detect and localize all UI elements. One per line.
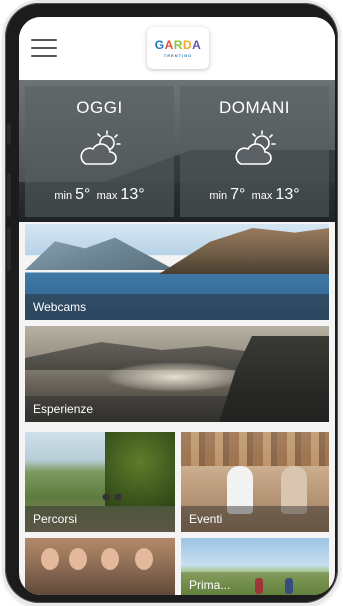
- eventi-label: Eventi: [181, 506, 329, 532]
- top-bar: GARDA TRENTINO: [19, 17, 335, 80]
- esperienze-tile[interactable]: Esperienze: [25, 326, 329, 422]
- phone-frame: GARDA TRENTINO OGGI min 5° max 13° DOMAN…: [5, 3, 338, 603]
- weather-temps: min 7° max 13°: [209, 186, 300, 203]
- max-temp: 13°: [275, 186, 300, 203]
- logo-wordmark: GARDA: [154, 37, 202, 52]
- partly-cloudy-icon: [235, 130, 276, 165]
- weather-card-today[interactable]: OGGI min 5° max 13°: [25, 86, 174, 217]
- esperienze-label: Esperienze: [25, 396, 329, 422]
- weather-card-tomorrow[interactable]: DOMANI min 7° max 13°: [180, 86, 329, 217]
- min-temp: 7°: [230, 186, 246, 203]
- partial-tile-label: Prima...: [181, 572, 329, 595]
- percorsi-label: Percorsi: [25, 506, 175, 532]
- percorsi-tile[interactable]: Percorsi: [25, 432, 175, 532]
- mute-switch: [7, 123, 11, 145]
- eventi-tile[interactable]: Eventi: [181, 432, 329, 532]
- min-temp: 5°: [75, 186, 91, 203]
- garda-trentino-logo[interactable]: GARDA TRENTINO: [147, 27, 209, 69]
- webcams-tile[interactable]: Webcams: [25, 224, 329, 320]
- hamburger-menu-icon[interactable]: [31, 38, 57, 58]
- max-temp: 13°: [120, 186, 145, 203]
- logo-subtitle: TRENTINO: [163, 52, 193, 58]
- weather-section: OGGI min 5° max 13° DOMANI min 7° max 13…: [19, 80, 335, 222]
- weather-day-label: OGGI: [76, 98, 123, 117]
- weather-day-label: DOMANI: [219, 98, 290, 117]
- partial-tile[interactable]: Prima...: [181, 538, 329, 595]
- partly-cloudy-icon: [80, 130, 121, 165]
- app-screen: GARDA TRENTINO OGGI min 5° max 13° DOMAN…: [19, 17, 335, 595]
- volume-up-button: [7, 173, 11, 217]
- group-photo-tile[interactable]: [25, 538, 175, 595]
- volume-down-button: [7, 227, 11, 271]
- webcams-label: Webcams: [25, 294, 329, 320]
- weather-temps: min 5° max 13°: [54, 186, 145, 203]
